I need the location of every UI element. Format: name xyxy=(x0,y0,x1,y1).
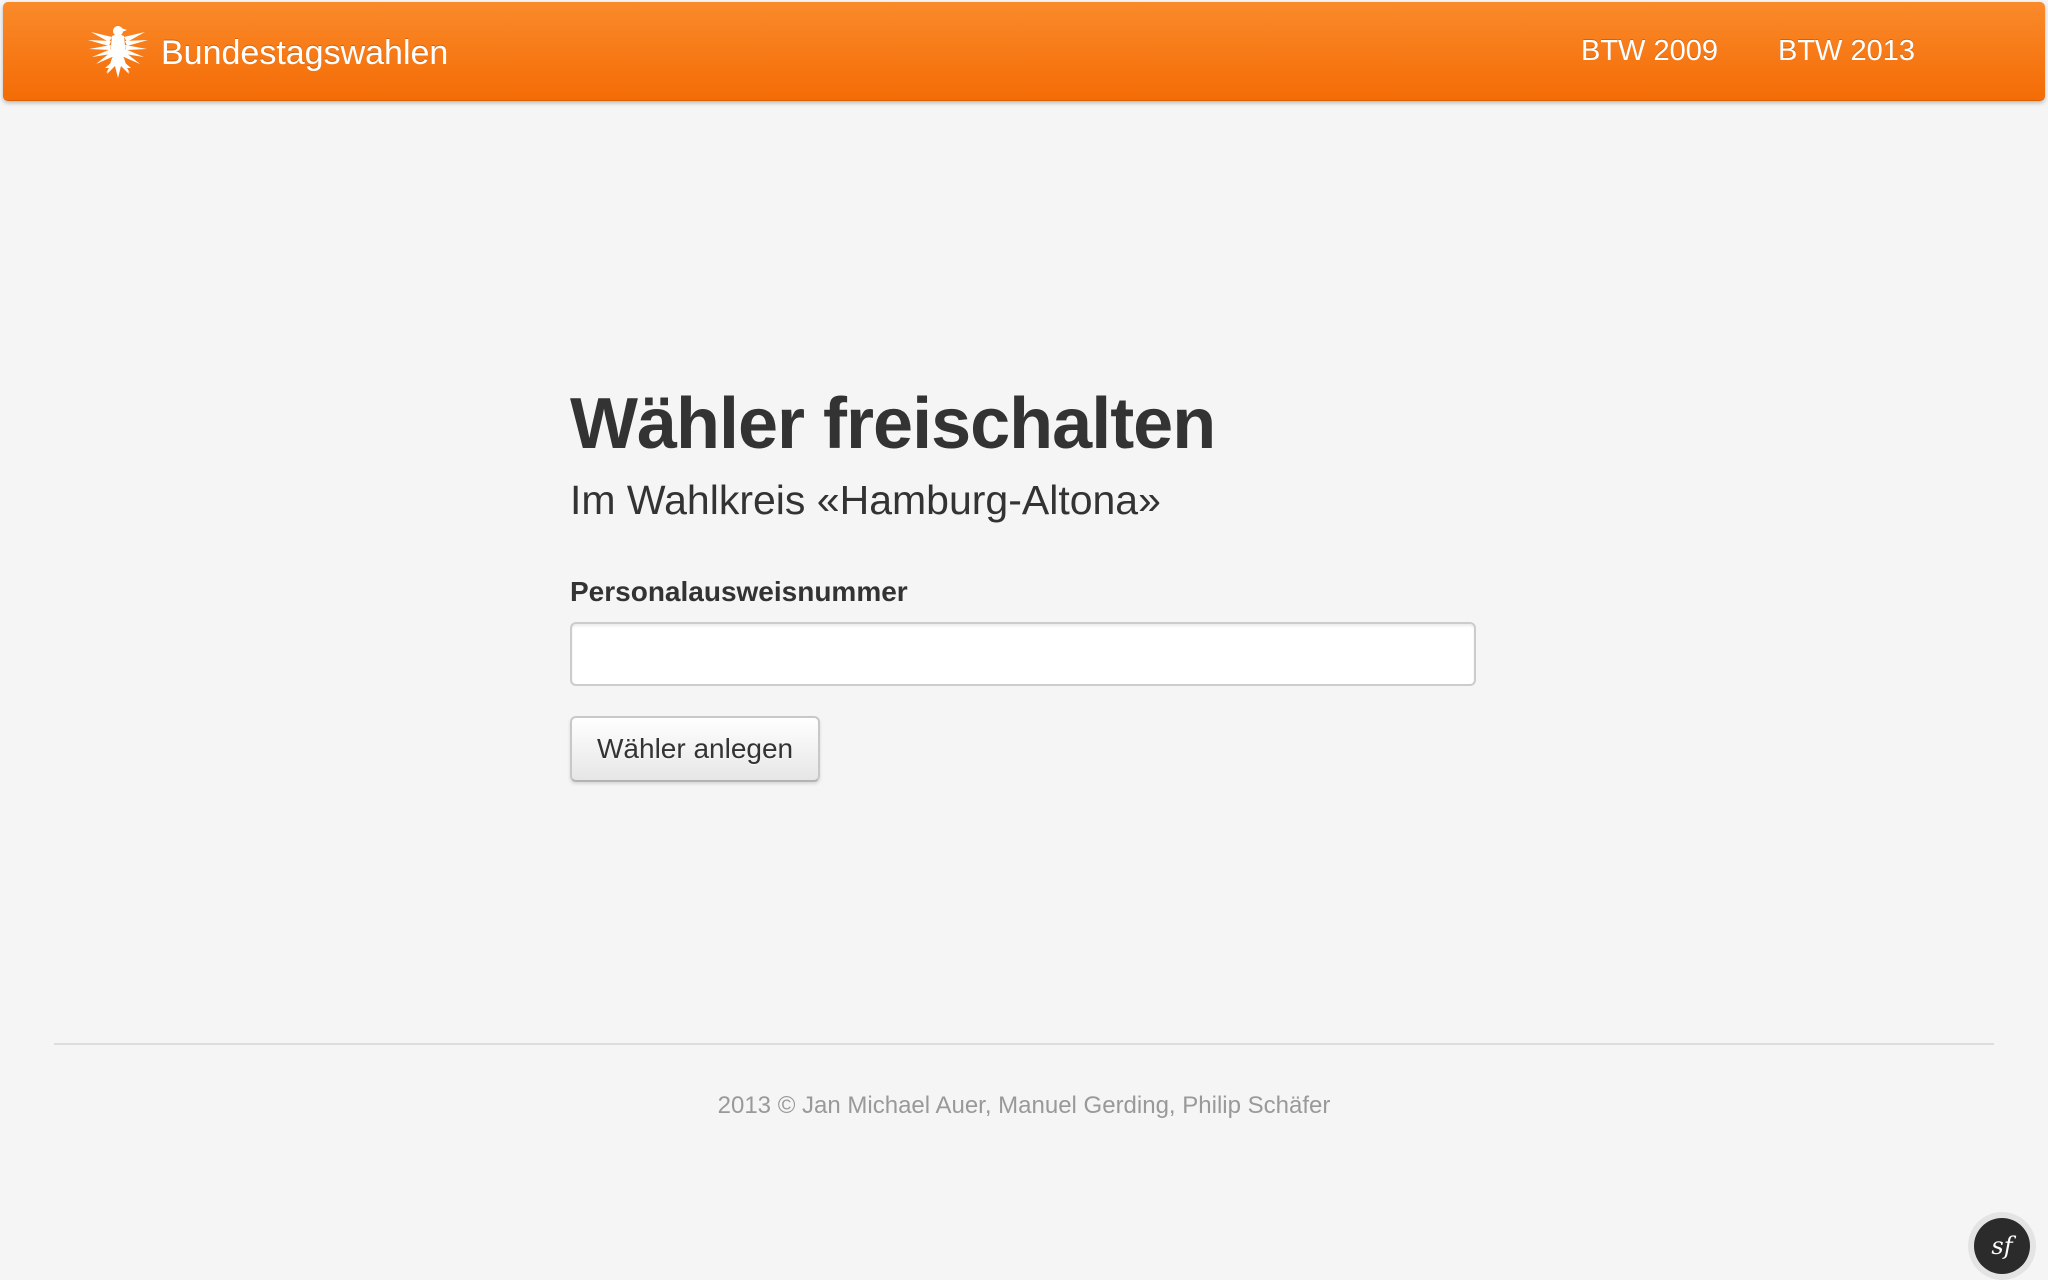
id-number-input[interactable] xyxy=(570,622,1476,686)
symfony-icon: sf xyxy=(1984,1228,2020,1264)
voter-form: Personalausweisnummer Wähler anlegen xyxy=(570,574,1480,782)
top-nav: BTW 2009 BTW 2013 xyxy=(1551,2,1945,100)
nav-link-btw-2009[interactable]: BTW 2009 xyxy=(1551,35,1748,68)
footer-copyright: 2013 © Jan Michael Auer, Manuel Gerding,… xyxy=(717,1092,1331,1119)
main-content: Wähler freischalten Im Wahlkreis «Hambur… xyxy=(570,378,1480,782)
eagle-icon xyxy=(85,22,161,84)
svg-text:sf: sf xyxy=(1991,1232,2016,1260)
page: Bundestagswahlen BTW 2009 BTW 2013 Wähle… xyxy=(0,0,2048,1280)
symfony-debug-toolbar-toggle[interactable]: sf xyxy=(1974,1218,2030,1274)
navbar: Bundestagswahlen BTW 2009 BTW 2013 xyxy=(3,2,2045,101)
brand-link[interactable]: Bundestagswahlen xyxy=(85,24,448,82)
nav-link-btw-2013[interactable]: BTW 2013 xyxy=(1748,35,1945,68)
footer-divider xyxy=(54,1043,1994,1045)
id-number-label: Personalausweisnummer xyxy=(570,576,908,607)
create-voter-button[interactable]: Wähler anlegen xyxy=(570,716,821,782)
page-subtitle: Im Wahlkreis «Hamburg-Altona» xyxy=(570,477,1161,523)
page-title: Wähler freischalten xyxy=(570,384,1216,464)
brand-title: Bundestagswahlen xyxy=(161,34,449,72)
